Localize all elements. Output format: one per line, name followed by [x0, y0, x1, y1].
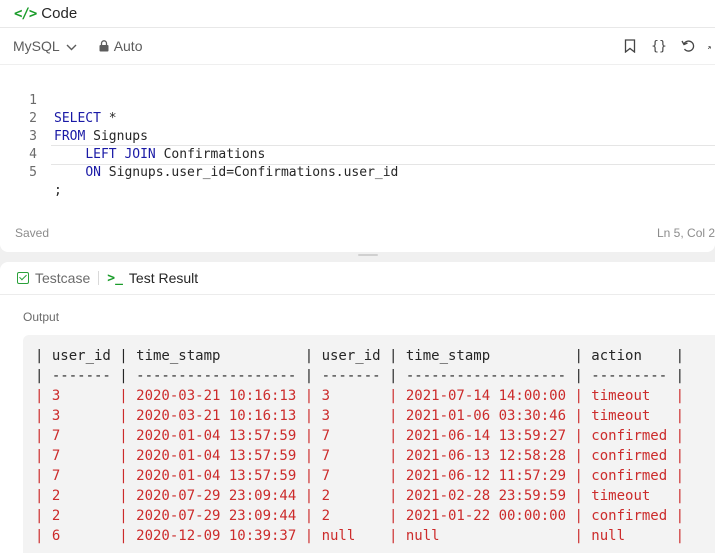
- lock-icon: [99, 40, 109, 52]
- table-row: | 3 | 2020-03-21 10:16:13 | 3 | 2021-07-…: [35, 388, 685, 404]
- terminal-icon: >_: [107, 270, 123, 286]
- code-panel-title: Code: [41, 5, 78, 22]
- code-panel-header: </> Code: [0, 0, 715, 28]
- table-separator-row: | ------- | ------------------- | ------…: [35, 368, 685, 384]
- editor-toolbar: MySQL Auto {}: [0, 28, 715, 65]
- line-number: 4: [29, 147, 37, 162]
- table-row: | 7 | 2020-01-04 13:57:59 | 7 | 2021-06-…: [35, 448, 685, 464]
- editor-status-bar: Saved Ln 5, Col 2: [15, 226, 715, 240]
- braces-icon[interactable]: {}: [649, 36, 669, 56]
- table-row: | 2 | 2020-07-29 23:09:44 | 2 | 2021-02-…: [35, 488, 685, 504]
- editor-tool-icons: {}: [620, 28, 715, 64]
- tab-testcase[interactable]: Testcase: [17, 270, 90, 286]
- panel-resize-handle[interactable]: [358, 254, 378, 256]
- chevron-down-icon: [66, 44, 77, 50]
- auto-mode-toggle[interactable]: Auto: [99, 38, 143, 54]
- code-text: ;: [54, 183, 62, 198]
- auto-mode-label: Auto: [113, 38, 143, 54]
- code-line-active: 5 ;: [29, 145, 715, 198]
- table-row: | 6 | 2020-12-09 10:39:37 | null | null …: [35, 528, 685, 544]
- line-number: 5: [29, 165, 37, 180]
- saved-status: Saved: [15, 226, 50, 240]
- output-table: | user_id | time_stamp | user_id | time_…: [23, 335, 715, 553]
- table-row: | 7 | 2020-01-04 13:57:59 | 7 | 2021-06-…: [35, 468, 685, 484]
- language-label: MySQL: [13, 38, 60, 54]
- tab-divider: [98, 271, 100, 285]
- code-editor[interactable]: 1 SELECT * 2 FROM Signups 3 LEFT JOIN Co…: [0, 65, 715, 198]
- table-row: | 2 | 2020-07-29 23:09:44 | 2 | 2021-01-…: [35, 508, 685, 524]
- code-icon: </>: [14, 5, 37, 22]
- bookmark-icon[interactable]: [620, 36, 640, 56]
- checkbox-icon: [17, 272, 29, 284]
- collapse-icon[interactable]: [707, 36, 715, 56]
- code-panel: </> Code MySQL Auto {} 1 SELECT * 2 FROM…: [0, 0, 715, 252]
- language-selector[interactable]: MySQL: [13, 38, 77, 54]
- table-header-row: | user_id | time_stamp | user_id | time_…: [35, 348, 685, 364]
- result-tabs: Testcase >_ Test Result: [0, 262, 715, 295]
- code-line: 2 FROM Signups: [0, 92, 715, 144]
- tab-testcase-label: Testcase: [35, 270, 91, 286]
- code-line: 3 LEFT JOIN Confirmations: [0, 110, 715, 162]
- code-line: 4 ON Signups.user_id=Confirmations.user_…: [0, 128, 715, 180]
- cursor-position: Ln 5, Col 2: [657, 226, 715, 240]
- table-row: | 3 | 2020-03-21 10:16:13 | 3 | 2021-01-…: [35, 408, 685, 424]
- code-line: 1 SELECT *: [0, 74, 715, 126]
- table-row: | 7 | 2020-01-04 13:57:59 | 7 | 2021-06-…: [35, 428, 685, 444]
- tab-test-result-label: Test Result: [128, 270, 199, 286]
- output-label: Output: [23, 310, 60, 324]
- undo-icon[interactable]: [678, 36, 698, 56]
- tab-test-result[interactable]: >_ Test Result: [107, 270, 198, 286]
- result-panel: Testcase >_ Test Result Output | user_id…: [0, 262, 715, 553]
- code-text: Signups.user_id=Confirmations.user_id: [100, 165, 399, 180]
